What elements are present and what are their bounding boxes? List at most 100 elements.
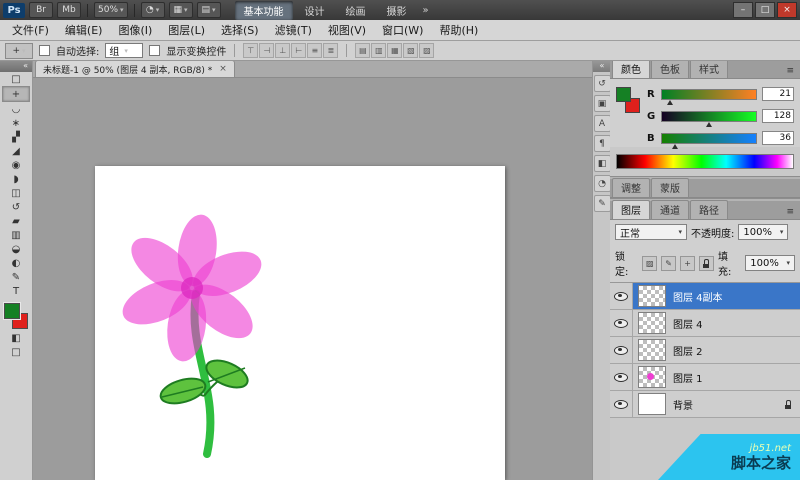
foreground-color-swatch[interactable] (4, 303, 20, 319)
tab-adjustments[interactable]: 调整 (612, 178, 650, 197)
menu-select[interactable]: 选择(S) (213, 22, 267, 38)
quick-mask-mode-button[interactable]: ◧ (3, 331, 29, 345)
lasso-tool[interactable]: ◡ (3, 102, 29, 116)
blend-mode-select[interactable]: 正常 ▾ (615, 224, 687, 240)
crop-tool[interactable]: ▞ (3, 130, 29, 144)
tab-paths[interactable]: 路径 (690, 200, 728, 219)
menu-file[interactable]: 文件(F) (4, 22, 57, 38)
align-middle-icon[interactable]: ≣ (323, 43, 338, 58)
tab-close-icon[interactable]: × (219, 64, 227, 74)
character-panel-icon[interactable]: A (594, 115, 611, 132)
slider-marker[interactable] (667, 100, 673, 105)
expand-panels-icon[interactable]: « (593, 60, 611, 72)
info-panel-icon[interactable]: ◔ (594, 175, 611, 192)
visibility-toggle[interactable] (610, 364, 633, 390)
show-transform-checkbox[interactable] (149, 45, 160, 56)
lock-image-pixels-icon[interactable]: ✎ (661, 256, 676, 271)
align-left-icon[interactable]: ⊣ (259, 43, 274, 58)
auto-select-dropdown[interactable]: 组 ▾ (105, 43, 143, 58)
visibility-toggle[interactable] (610, 310, 633, 336)
pen-tool[interactable]: ✎ (3, 270, 29, 284)
arrange-documents-icon[interactable]: ▦ ▾ (169, 2, 193, 18)
tab-color[interactable]: 颜色 (612, 59, 650, 78)
move-tool[interactable]: + (2, 86, 30, 102)
panel-menu-icon[interactable]: ≡ (782, 66, 798, 78)
bridge-icon[interactable]: Br (29, 2, 53, 18)
visibility-toggle[interactable] (610, 283, 633, 309)
lock-all-icon[interactable] (699, 256, 714, 271)
distribute-left-icon[interactable]: ▧ (403, 43, 418, 58)
align-right-icon[interactable]: ⊢ (291, 43, 306, 58)
canvas[interactable] (95, 166, 505, 480)
healing-brush-tool[interactable]: ◉ (3, 158, 29, 172)
red-slider[interactable] (661, 89, 757, 100)
menu-layer[interactable]: 图层(L) (160, 22, 213, 38)
layer-row-layer4-copy[interactable]: 图层 4副本 (610, 283, 800, 310)
blue-value[interactable]: 36 (762, 131, 794, 145)
zoom-level-select[interactable]: 50% ▾ (94, 2, 128, 18)
red-value[interactable]: 21 (762, 87, 794, 101)
eraser-tool[interactable]: ▰ (3, 214, 29, 228)
menu-filter[interactable]: 滤镜(T) (267, 22, 320, 38)
move-tool-preset-icon[interactable]: + ▾ (5, 43, 33, 59)
screen-mode-button[interactable]: □ (3, 345, 29, 359)
distribute-middle-icon[interactable]: ▥ (371, 43, 386, 58)
close-button[interactable]: × (777, 2, 797, 18)
lock-position-icon[interactable]: + (680, 256, 695, 271)
minibridge-icon[interactable]: Mb (57, 2, 81, 18)
align-center-icon[interactable]: ≡ (307, 43, 322, 58)
type-tool[interactable]: T (3, 284, 29, 298)
tab-layers[interactable]: 图层 (612, 200, 650, 219)
menu-help[interactable]: 帮助(H) (431, 22, 486, 38)
layer-thumbnail[interactable] (638, 285, 666, 307)
clone-stamp-tool[interactable]: ◫ (3, 186, 29, 200)
brushes-panel-icon[interactable]: ✎ (594, 195, 611, 212)
blur-tool[interactable]: ◒ (3, 242, 29, 256)
dodge-tool[interactable]: ◐ (3, 256, 29, 270)
menu-image[interactable]: 图像(I) (110, 22, 160, 38)
eyedropper-tool[interactable]: ◢ (3, 144, 29, 158)
workspace-photography[interactable]: 摄影 (378, 1, 416, 20)
layer-row-layer1[interactable]: 图层 1 (610, 364, 800, 391)
workspace-painting[interactable]: 绘画 (337, 1, 375, 20)
opacity-input[interactable]: 100% ▾ (738, 224, 788, 240)
layer-thumbnail[interactable] (638, 366, 666, 388)
slider-marker[interactable] (672, 144, 678, 149)
history-panel-icon[interactable]: ↺ (594, 75, 611, 92)
align-bottom-icon[interactable]: ⊥ (275, 43, 290, 58)
green-slider[interactable] (661, 111, 757, 122)
blue-slider[interactable] (661, 133, 757, 144)
distribute-right-icon[interactable]: ▨ (419, 43, 434, 58)
rectangular-marquee-tool[interactable]: □ (3, 72, 29, 86)
masks-panel-icon[interactable]: ◧ (594, 155, 611, 172)
menu-window[interactable]: 窗口(W) (374, 22, 431, 38)
fill-input[interactable]: 100% ▾ (745, 255, 795, 271)
slider-marker[interactable] (706, 122, 712, 127)
gradient-tool[interactable]: ▥ (3, 228, 29, 242)
auto-select-checkbox[interactable] (39, 45, 50, 56)
layer-thumbnail[interactable] (638, 312, 666, 334)
lock-transparent-pixels-icon[interactable]: ▨ (642, 256, 657, 271)
layer-thumbnail[interactable] (638, 393, 666, 415)
workspace-overflow-icon[interactable]: » (419, 5, 433, 16)
minimize-button[interactable]: – (733, 2, 753, 18)
tab-masks[interactable]: 蒙版 (651, 178, 689, 197)
tab-swatches[interactable]: 色板 (651, 59, 689, 78)
distribute-bottom-icon[interactable]: ▦ (387, 43, 402, 58)
visibility-toggle[interactable] (610, 337, 633, 363)
align-top-icon[interactable]: ⊤ (243, 43, 258, 58)
layer-row-background[interactable]: 背景 (610, 391, 800, 418)
paragraph-panel-icon[interactable]: ¶ (594, 135, 611, 152)
styles-panel-icon[interactable]: ▣ (594, 95, 611, 112)
document-tab[interactable]: 未标题-1 @ 50% (图层 4 副本, RGB/8) * × (35, 60, 235, 77)
toolbox-collapse-icon[interactable]: « (0, 60, 32, 72)
foreground-color-swatch[interactable] (616, 87, 631, 102)
view-extras-icon[interactable]: ◔ ▾ (141, 2, 165, 18)
restore-button[interactable]: □ (755, 2, 775, 18)
tab-channels[interactable]: 通道 (651, 200, 689, 219)
menu-view[interactable]: 视图(V) (320, 22, 374, 38)
workspace-design[interactable]: 设计 (296, 1, 334, 20)
tab-styles[interactable]: 样式 (690, 59, 728, 78)
workspace-essentials[interactable]: 基本功能 (235, 1, 293, 20)
panel-menu-icon[interactable]: ≡ (782, 207, 798, 219)
